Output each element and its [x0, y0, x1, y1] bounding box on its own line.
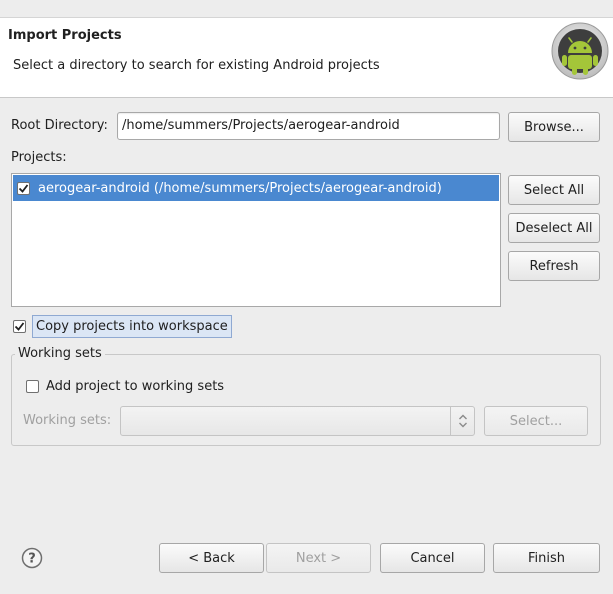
next-button: Next >: [266, 543, 371, 573]
root-directory-input[interactable]: /home/summers/Projects/aerogear-android: [117, 112, 500, 140]
svg-text:?: ?: [28, 552, 36, 567]
working-sets-field-label: Working sets:: [23, 413, 112, 428]
page-title: Import Projects: [8, 28, 122, 43]
chevron-updown-icon: [450, 407, 474, 435]
android-robot-icon: [551, 22, 609, 80]
working-sets-group-title: Working sets: [15, 346, 105, 361]
finish-button[interactable]: Finish: [493, 543, 600, 573]
checkmark-icon: [18, 183, 29, 193]
add-to-working-sets-option[interactable]: Add project to working sets: [26, 379, 224, 394]
projects-list[interactable]: aerogear-android (/home/summers/Projects…: [11, 173, 501, 307]
select-all-button[interactable]: Select All: [508, 175, 600, 205]
working-sets-combo: [120, 406, 475, 436]
header-banner: Import Projects Select a directory to se…: [0, 18, 613, 98]
import-projects-dialog: Import Projects Select a directory to se…: [0, 0, 613, 594]
deselect-all-button[interactable]: Deselect All: [508, 213, 600, 243]
browse-button[interactable]: Browse...: [508, 112, 600, 142]
project-checkbox[interactable]: [17, 181, 30, 195]
checkmark-icon: [14, 322, 25, 331]
page-description: Select a directory to search for existin…: [13, 58, 380, 73]
help-question-icon[interactable]: ?: [21, 547, 43, 569]
projects-label: Projects:: [11, 150, 67, 165]
project-label: aerogear-android (/home/summers/Projects…: [38, 180, 442, 196]
working-sets-select-button: Select...: [484, 406, 588, 436]
title-strip: [0, 0, 613, 18]
back-button[interactable]: < Back: [159, 543, 264, 573]
list-item[interactable]: aerogear-android (/home/summers/Projects…: [13, 175, 499, 201]
cancel-button[interactable]: Cancel: [380, 543, 485, 573]
root-directory-label: Root Directory:: [11, 118, 108, 133]
copy-into-workspace-label[interactable]: Copy projects into workspace: [32, 315, 232, 338]
copy-into-workspace-checkbox[interactable]: [13, 320, 26, 333]
refresh-button[interactable]: Refresh: [508, 251, 600, 281]
add-to-working-sets-label: Add project to working sets: [46, 379, 225, 394]
copy-into-workspace-option[interactable]: Copy projects into workspace: [13, 315, 232, 338]
add-to-working-sets-checkbox[interactable]: [26, 380, 39, 393]
